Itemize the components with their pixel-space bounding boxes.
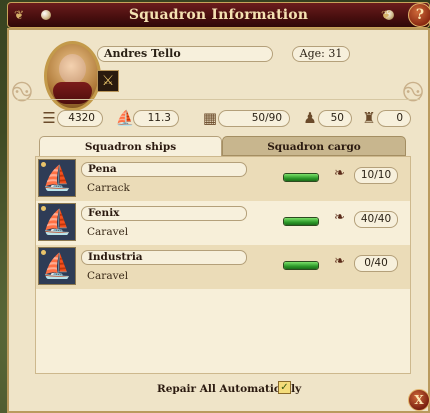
stat-sailors: ♟ 50 [300, 109, 352, 127]
sailors-icon: ♟ [303, 109, 317, 127]
captain-name: Andres Tello [97, 46, 273, 62]
stat-speed-value: 11.3 [133, 110, 179, 127]
stat-speed: ⛵ 11.3 [115, 109, 179, 127]
stat-sailors-value: 50 [318, 110, 352, 127]
captain-portrait[interactable] [44, 41, 101, 111]
ship-health-bar [283, 173, 319, 182]
help-button[interactable]: ? [408, 3, 430, 27]
ship-type: Caravel [87, 226, 129, 238]
ship-health-bar [283, 217, 319, 226]
ship-cargo-value: 0/40 [354, 255, 398, 272]
soldiers-icon: ♜ [362, 109, 376, 127]
stat-gold-value: 4320 [57, 110, 103, 127]
tab-squadron-cargo[interactable]: Squadron cargo [222, 136, 406, 156]
stat-soldiers: ♜ 0 [359, 109, 411, 127]
stat-gold: ☰ 4320 [39, 109, 103, 127]
cargo-sack-icon: ❧ [334, 210, 345, 225]
cargo-crate-icon: ▦ [202, 109, 218, 127]
ship-list: ⛵ Pena Carrack ❧ 10/10 ⛵ Fenix Caravel ❧… [35, 156, 411, 374]
health-fill [284, 174, 318, 181]
window-title: Squadron Information [128, 7, 309, 23]
ship-row[interactable]: ⛵ Fenix Caravel ❧ 40/40 [36, 201, 410, 245]
ship-cargo: ❧ 40/40 [334, 210, 404, 228]
ship-type: Carrack [87, 182, 130, 194]
musket-item-icon[interactable]: ⚔ [97, 70, 119, 92]
ship-speed-icon: ⛵ [115, 109, 135, 127]
stat-cargo: ▦ 50/90 [200, 109, 292, 127]
stat-cargo-value: 50/90 [218, 110, 290, 127]
ship-cargo-value: 10/10 [354, 167, 398, 184]
ship-name: Fenix [81, 206, 247, 221]
cargo-sack-icon: ❧ [334, 166, 345, 181]
ship-name: Industria [81, 250, 247, 265]
ship-type: Caravel [87, 270, 129, 282]
caravel-ship-icon: ⛵ [38, 203, 76, 241]
title-bar: ❦ Squadron Information ❦ [7, 2, 430, 28]
ship-cargo: ❧ 10/10 [334, 166, 404, 184]
repair-all-checkbox[interactable]: ✓ [278, 381, 291, 394]
captain-age: Age: 31 [292, 46, 350, 62]
portrait-face [59, 54, 86, 84]
cargo-sack-icon: ❧ [334, 254, 345, 269]
ornament-icon: ❦ [381, 8, 392, 22]
gold-coins-icon: ☰ [42, 109, 56, 127]
portrait-coat [53, 82, 92, 104]
squadron-tabs: Squadron ships Squadron cargo [39, 136, 406, 156]
ship-health-bar [283, 261, 319, 270]
health-fill [284, 262, 318, 269]
ship-name: Pena [81, 162, 247, 177]
health-fill [284, 218, 318, 225]
squadron-panel: ࿊ ࿊ Andres Tello Age: 31 ⚔ ☰ 4320 ⛵ 11.3… [7, 28, 430, 413]
tab-squadron-ships[interactable]: Squadron ships [39, 136, 222, 156]
stat-soldiers-value: 0 [377, 110, 411, 127]
ship-row[interactable]: ⛵ Industria Caravel ❧ 0/40 [36, 245, 410, 289]
carrack-ship-icon: ⛵ [38, 159, 76, 197]
ship-cargo: ❧ 0/40 [334, 254, 404, 272]
ship-row[interactable]: ⛵ Pena Carrack ❧ 10/10 [36, 157, 410, 201]
squadron-information-window: ❦ Squadron Information ❦ ? ࿊ ࿊ Andres Te… [7, 2, 430, 413]
ship-cargo-value: 40/40 [354, 211, 398, 228]
divider [17, 99, 420, 100]
caravel-ship-icon: ⛵ [38, 247, 76, 285]
close-button[interactable]: X [408, 389, 430, 411]
